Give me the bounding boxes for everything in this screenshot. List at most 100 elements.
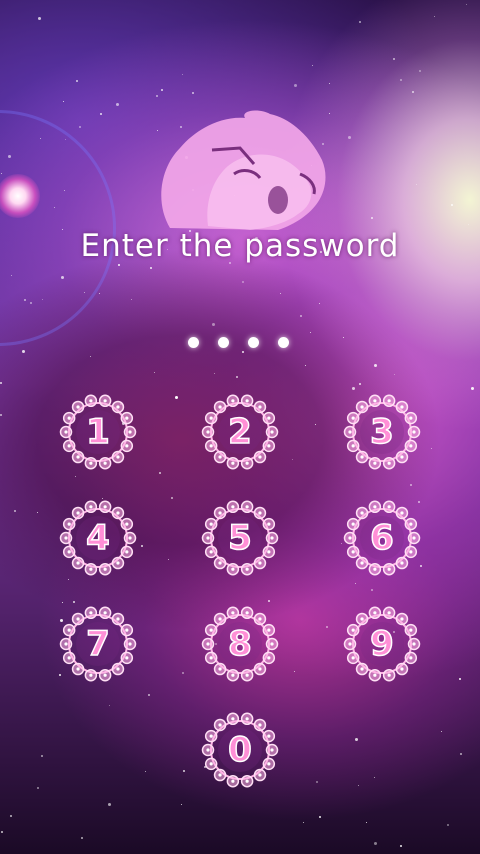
- star-decoration: [37, 787, 39, 789]
- password-prompt: Enter the password: [80, 228, 400, 264]
- star-decoration: [312, 65, 313, 66]
- key-6-button[interactable]: 6: [342, 498, 422, 578]
- star-decoration: [319, 816, 321, 818]
- star-decoration: [159, 472, 161, 474]
- star-decoration: [329, 83, 330, 84]
- star-decoration: [355, 583, 356, 584]
- star-decoration: [214, 373, 215, 374]
- filled-dot-icon: [188, 337, 199, 348]
- key-2-button[interactable]: 2: [200, 392, 280, 472]
- star-decoration: [355, 738, 358, 741]
- star-decoration: [316, 781, 318, 783]
- star-decoration: [374, 364, 377, 367]
- star-decoration: [37, 512, 38, 513]
- key-label: 0: [227, 729, 252, 771]
- star-decoration: [0, 382, 2, 384]
- key-label: 7: [85, 623, 110, 665]
- star-decoration: [431, 448, 432, 449]
- star-decoration: [75, 476, 76, 477]
- key-label: 9: [369, 623, 394, 665]
- star-decoration: [371, 217, 373, 219]
- star-decoration: [242, 281, 244, 283]
- star-decoration: [460, 753, 462, 755]
- star-decoration: [99, 293, 100, 294]
- key-label: 8: [227, 623, 252, 665]
- filled-dot-icon: [278, 337, 289, 348]
- key-9-button[interactable]: 9: [342, 604, 422, 684]
- star-decoration: [73, 601, 75, 603]
- star-decoration: [359, 383, 361, 385]
- star-decoration: [412, 91, 414, 93]
- key-1-button[interactable]: 1: [58, 392, 138, 472]
- star-decoration: [394, 374, 395, 375]
- star-decoration: [109, 705, 110, 706]
- star-decoration: [319, 303, 320, 304]
- star-decoration: [268, 600, 270, 602]
- star-decoration: [305, 365, 306, 366]
- key-label: 3: [369, 411, 394, 453]
- star-decoration: [118, 264, 120, 266]
- star-decoration: [182, 672, 184, 674]
- star-decoration: [181, 804, 182, 805]
- lion-head-icon: [161, 110, 326, 230]
- star-decoration: [41, 755, 43, 757]
- star-decoration: [145, 771, 146, 772]
- star-decoration: [90, 356, 91, 357]
- key-0-button[interactable]: 0: [200, 710, 280, 790]
- star-decoration: [22, 350, 25, 353]
- star-decoration: [441, 731, 442, 732]
- key-3-button[interactable]: 3: [342, 392, 422, 472]
- key-5-button[interactable]: 5: [200, 498, 280, 578]
- star-decoration: [466, 4, 467, 5]
- star-decoration: [62, 602, 63, 603]
- star-decoration: [212, 323, 215, 326]
- star-decoration: [148, 694, 150, 696]
- lock-screen: Enter the password 1 2 3 4 5 6 7 8 9 0: [0, 0, 480, 854]
- star-decoration: [131, 299, 132, 300]
- star-decoration: [150, 267, 152, 269]
- filled-dot-icon: [218, 337, 229, 348]
- star-decoration: [400, 845, 402, 847]
- filled-dot-icon: [248, 337, 259, 348]
- star-decoration: [343, 337, 344, 338]
- star-decoration: [359, 21, 361, 23]
- star-decoration: [79, 126, 81, 128]
- star-decoration: [366, 822, 367, 823]
- star-decoration: [371, 589, 373, 591]
- star-decoration: [294, 671, 295, 672]
- star-decoration: [38, 17, 41, 20]
- star-decoration: [141, 545, 143, 547]
- star-decoration: [434, 16, 435, 17]
- star-decoration: [374, 842, 377, 845]
- star-decoration: [419, 70, 421, 72]
- star-decoration: [63, 101, 64, 102]
- star-decoration: [300, 315, 302, 317]
- star-decoration: [100, 113, 102, 115]
- star-decoration: [156, 95, 158, 97]
- star-decoration: [416, 184, 417, 185]
- star-decoration: [14, 510, 16, 512]
- star-decoration: [303, 822, 304, 823]
- star-decoration: [374, 777, 375, 778]
- star-decoration: [10, 815, 12, 817]
- star-decoration: [1, 831, 3, 833]
- star-decoration: [410, 484, 412, 486]
- key-label: 4: [85, 517, 110, 559]
- key-8-button[interactable]: 8: [200, 604, 280, 684]
- star-decoration: [393, 58, 395, 60]
- star-decoration: [236, 376, 238, 378]
- key-7-button[interactable]: 7: [58, 604, 138, 684]
- star-decoration: [468, 224, 469, 225]
- star-decoration: [294, 84, 297, 87]
- star-decoration: [116, 103, 119, 106]
- key-4-button[interactable]: 4: [58, 498, 138, 578]
- star-decoration: [326, 626, 328, 628]
- star-decoration: [175, 396, 178, 399]
- key-label: 5: [227, 517, 252, 559]
- star-decoration: [192, 92, 194, 94]
- star-decoration: [451, 204, 453, 206]
- star-decoration: [242, 351, 244, 353]
- star-decoration: [310, 332, 311, 333]
- star-decoration: [76, 80, 78, 82]
- star-decoration: [108, 803, 111, 806]
